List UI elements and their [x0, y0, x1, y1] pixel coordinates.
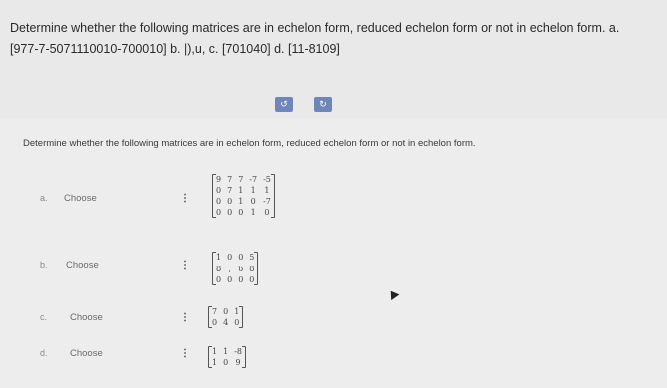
matrix-cell: ʊ [216, 264, 222, 273]
matrix-a: 9 7 7 -7 -5 0 7 1 1 1 0 0 1 0 -7 0 0 0 1 0 [212, 174, 275, 218]
matrix-cell: 7 [238, 175, 244, 184]
matrix-cell: 0 [216, 208, 222, 217]
question-text: Determine whether the following matrices… [10, 21, 620, 56]
matrix-b-table: 1005ʊˌʋʊ0000 [213, 252, 257, 285]
dropdown-arrow-icon[interactable]: ⋮ [180, 348, 190, 359]
matrix-cell: 9 [235, 358, 241, 367]
dropdown-arrow-icon[interactable]: ⋮ [180, 193, 190, 204]
matrix-cell: ˌ [228, 264, 231, 273]
matrix-d: 1 1 -8 1 0 9 [208, 346, 246, 368]
matrix-cell: 7 [227, 186, 233, 195]
row-c-label: c. [40, 312, 51, 322]
choose-dropdown-b[interactable]: Choose [66, 260, 99, 271]
matrix-cell: 0 [227, 253, 233, 262]
matrix-cell: 0 [227, 197, 233, 206]
matrix-cell: ʊ [249, 264, 255, 273]
matrix-d-table: 1 1 -8 1 0 9 [209, 346, 245, 368]
matrix-cell: 7 [227, 175, 233, 184]
row-letter: a. [40, 193, 48, 203]
matrix-cell: 0 [234, 318, 240, 327]
matrix-cell: 0 [238, 208, 244, 217]
matrix-cell: 0 [264, 208, 270, 217]
row-letter: c. [40, 312, 48, 322]
row-d-label: d. [40, 348, 52, 358]
matrix-c: 701040 [208, 306, 244, 328]
matrix-cell: 0 [238, 275, 244, 284]
choose-dropdown-c[interactable]: Choose [70, 312, 103, 323]
matrix-cell: 1 [223, 347, 229, 356]
matrix-cell: 0 [223, 358, 229, 367]
matrix-cell: 1 [250, 186, 256, 195]
matrix-cell: 0 [223, 307, 229, 316]
matrix-a-table: 9 7 7 -7 -5 0 7 1 1 1 0 0 1 0 -7 0 0 0 1 0 [213, 174, 274, 218]
matrix-cell: 0 [227, 208, 233, 217]
dropdown-arrow-icon[interactable]: ⋮ [180, 312, 190, 323]
matrix-cell: 0 [216, 186, 222, 195]
matrix-cell: 0 [250, 197, 256, 206]
matrix-cell: 7 [212, 307, 218, 316]
row-letter: d. [40, 348, 48, 358]
matrix-cell: -7 [249, 175, 258, 184]
matrix-cell: -7 [263, 197, 271, 206]
matrix-cell: 9 [216, 175, 222, 184]
instruction-text: Determine whether the following matrices… [23, 138, 476, 149]
matrix-cell: 1 [238, 186, 244, 195]
matrix-cell: 1 [216, 253, 222, 262]
choose-dropdown-d[interactable]: Choose [70, 348, 103, 359]
matrix-cell: 1 [212, 347, 218, 356]
undo-icon[interactable]: ↺ [275, 97, 293, 112]
matrix-cell: 0 [216, 197, 222, 206]
choose-dropdown-a[interactable]: Choose [64, 193, 97, 204]
matrix-cell: 0 [249, 275, 255, 284]
matrix-cell: 1 [234, 307, 240, 316]
row-a-label: a. [40, 193, 52, 203]
dropdown-arrow-icon[interactable]: ⋮ [180, 260, 190, 271]
matrix-cell: 0 [238, 253, 244, 262]
matrix-cell: 1 [238, 197, 244, 206]
row-b-label: b. [40, 260, 52, 270]
matrix-c-table: 701040 [209, 306, 242, 328]
matrix-cell: -8 [234, 347, 242, 356]
matrix-cell: 5 [249, 253, 255, 262]
matrix-cell: 4 [223, 318, 229, 327]
matrix-cell: 1 [264, 186, 270, 195]
matrix-cell: 0 [212, 318, 218, 327]
redo-icon[interactable]: ↻ [314, 97, 332, 112]
matrix-cell: ʋ [238, 264, 244, 273]
matrix-cell: 0 [216, 275, 222, 284]
matrix-cell: 0 [227, 275, 233, 284]
matrix-cell: -5 [263, 175, 271, 184]
row-letter: b. [40, 260, 48, 270]
matrix-b: 1005ʊˌʋʊ0000 [212, 252, 259, 285]
matrix-cell: 1 [250, 208, 256, 217]
matrix-cell: 1 [212, 358, 218, 367]
